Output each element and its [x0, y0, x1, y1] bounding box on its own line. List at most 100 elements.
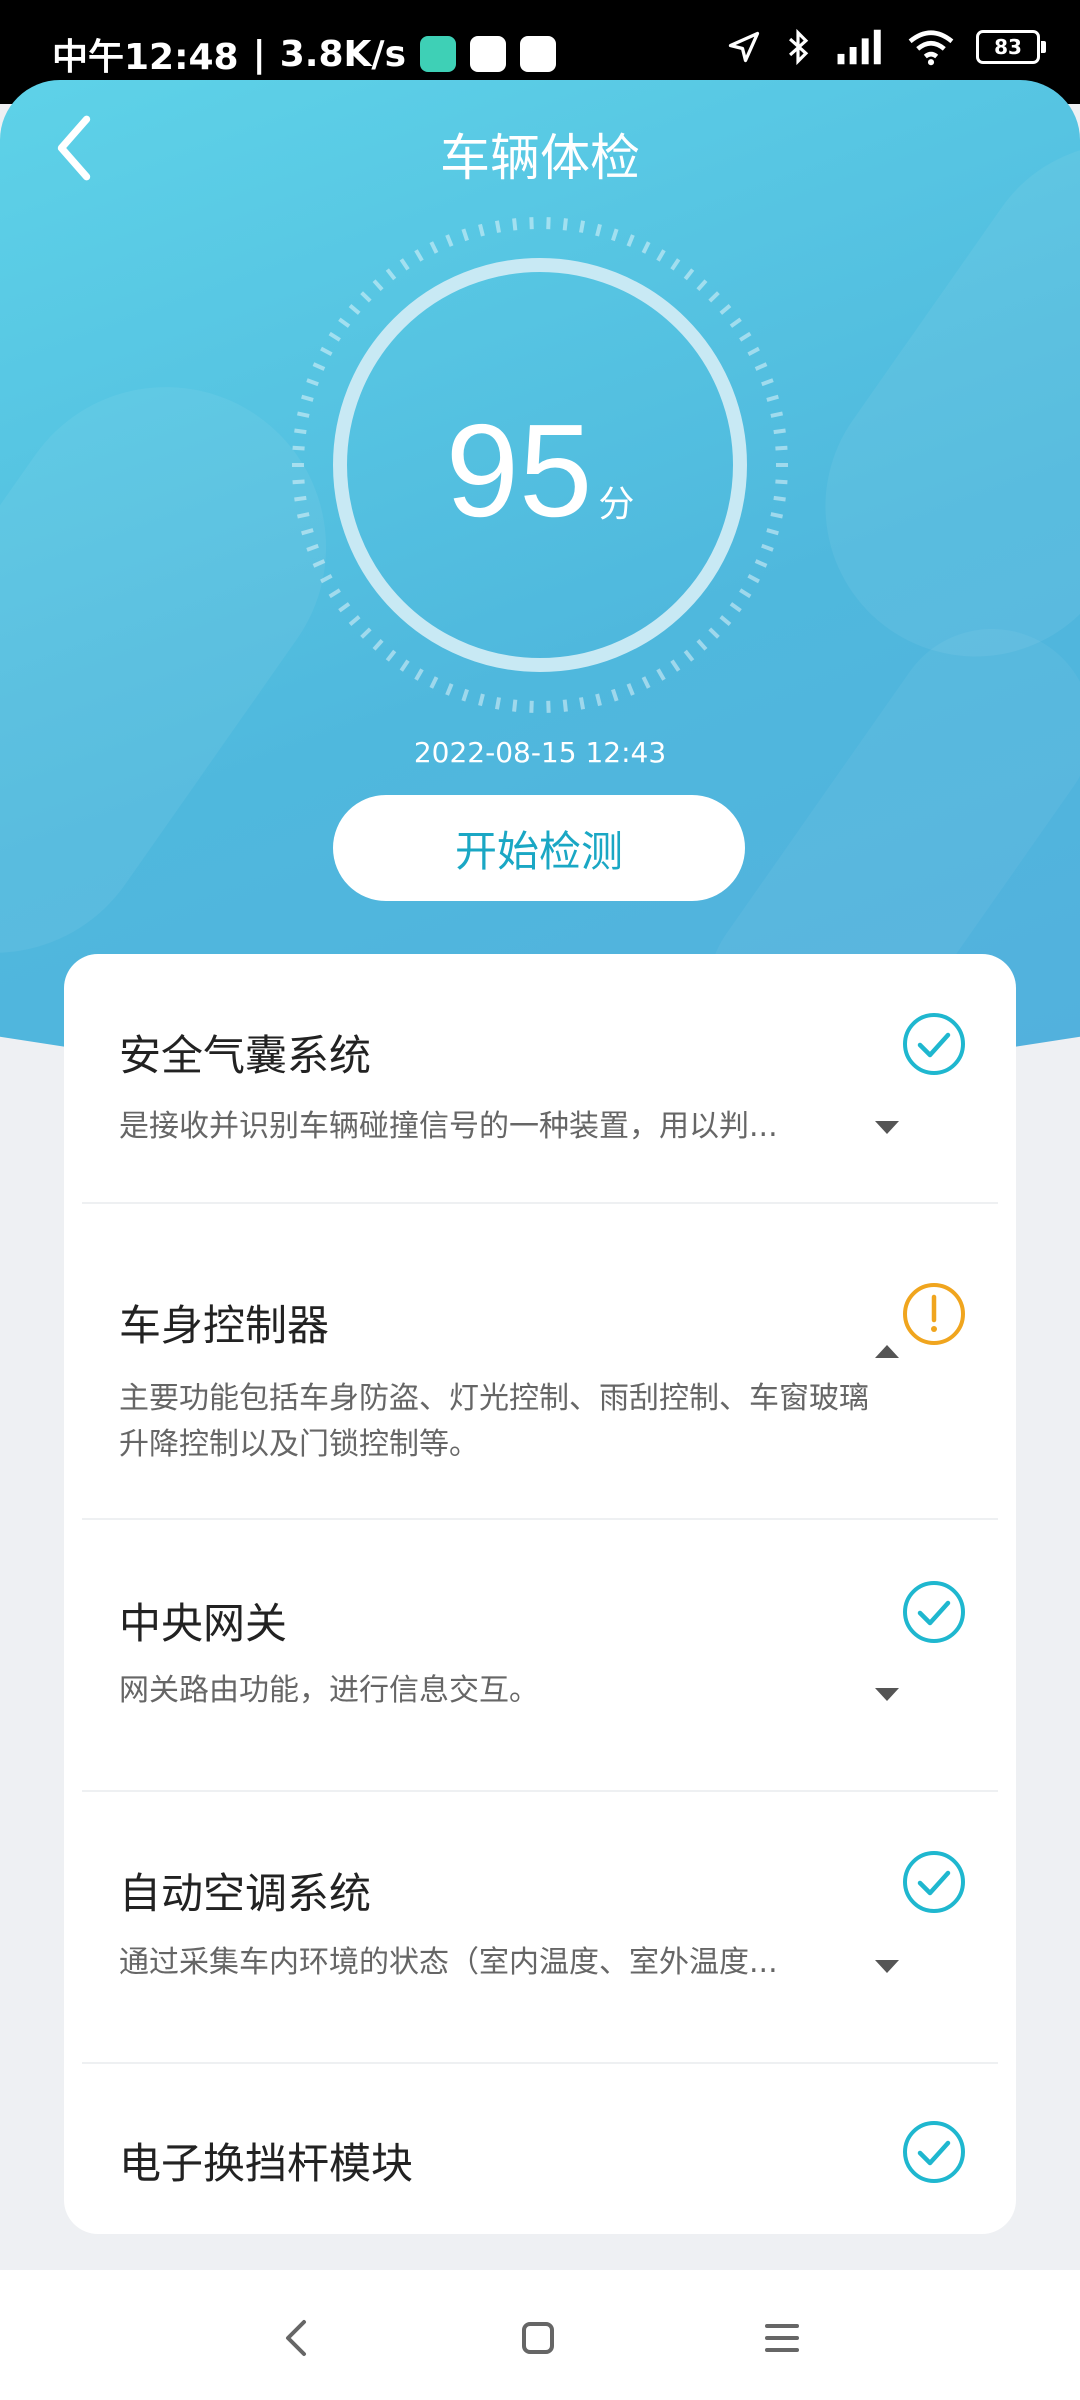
gauge-tick — [445, 683, 454, 696]
status-time: 中午12:48 — [52, 37, 239, 78]
gauge-tick — [445, 234, 454, 247]
gauge-tick — [595, 693, 602, 707]
gauge-tick — [747, 346, 760, 356]
gauge-tick — [562, 218, 568, 231]
gauge-tick — [579, 697, 586, 710]
gauge-tick — [696, 639, 708, 651]
item-title: 中央网关 — [119, 1599, 288, 1648]
network-speed: 3.8K/s — [279, 33, 406, 75]
gauge-tick — [494, 697, 501, 710]
expand-down-icon[interactable] — [874, 1958, 900, 1974]
gauge-tick — [478, 223, 485, 237]
gauge-tick — [494, 220, 501, 233]
item-description: 网关路由功能，进行信息交互。 — [119, 1673, 539, 1708]
gauge-tick — [414, 668, 424, 681]
signal-icon — [837, 29, 881, 65]
check-ok-icon — [903, 1013, 965, 1075]
nav-menu-icon[interactable] — [752, 2308, 812, 2368]
score-display: 95 分 — [0, 395, 1080, 546]
gauge-tick — [739, 331, 752, 342]
gauge-tick — [626, 683, 635, 696]
divider — [82, 1790, 998, 1792]
gauge-tick — [320, 346, 333, 356]
cloud-notification-icon — [520, 36, 556, 72]
expand-down-icon[interactable] — [874, 1686, 900, 1702]
start-check-button[interactable]: 开始检测 — [333, 795, 745, 901]
gauge-tick — [611, 688, 619, 702]
divider — [82, 1202, 998, 1204]
collapse-up-icon[interactable] — [874, 1344, 900, 1360]
page-title: 车辆体检 — [440, 129, 640, 187]
gauge-tick — [306, 378, 319, 387]
gauge-tick — [595, 223, 602, 237]
nav-back-icon[interactable] — [266, 2308, 326, 2368]
gauge-tick — [656, 668, 666, 681]
gauge-tick — [754, 559, 768, 568]
gauge-tick — [708, 291, 720, 303]
gauge-tick — [348, 304, 361, 315]
gauge-tick — [683, 268, 695, 281]
item-title: 电子换挡杆模块 — [119, 2139, 414, 2188]
gauge-tick — [670, 659, 681, 672]
system-nav-bar — [0, 2270, 1080, 2400]
gauge-tick — [338, 317, 351, 328]
check-ok-icon — [903, 2121, 965, 2183]
bluetooth-icon — [789, 28, 809, 66]
divider — [82, 1518, 998, 1520]
wifi-icon — [908, 30, 954, 66]
gauge-tick — [360, 627, 372, 639]
gauge-tick — [754, 362, 768, 371]
gauge-tick — [729, 602, 742, 613]
gauge-tick — [656, 249, 666, 262]
gauge-tick — [512, 699, 518, 712]
check-items-card: 安全气囊系统 是接收并识别车辆碰撞信号的一种装置，用以判... 车身控制器 主要… — [64, 954, 1016, 2234]
warning-icon — [903, 1283, 965, 1345]
gauge-tick — [312, 559, 326, 568]
item-description: 是接收并识别车辆碰撞信号的一种装置，用以判... — [119, 1109, 778, 1144]
gauge-tick — [306, 543, 319, 552]
item-description: 主要功能包括车身防盗、灯光控制、雨刮控制、车窗玻璃升降控制以及门锁控制等。 — [119, 1381, 869, 1462]
gauge-tick — [696, 279, 708, 291]
gauge-tick — [399, 258, 410, 271]
gauge-tick — [414, 249, 424, 262]
gauge-tick — [641, 241, 651, 254]
gauge-tick — [429, 241, 439, 254]
gauge-tick — [328, 588, 341, 599]
expand-down-icon[interactable] — [874, 1119, 900, 1135]
app-notification-icon — [470, 36, 506, 72]
gauge-tick — [670, 258, 681, 271]
gauge-tick — [372, 639, 384, 651]
gauge-tick — [512, 218, 518, 231]
gauge-tick — [478, 693, 485, 707]
gauge-tick — [719, 615, 732, 626]
app-notification-icon — [420, 36, 456, 72]
gauge-tick — [611, 228, 619, 242]
gauge-tick — [328, 331, 341, 342]
gauge-tick — [739, 588, 752, 599]
gauge-tick — [312, 362, 326, 371]
gauge-tick — [729, 317, 742, 328]
gauge-tick — [429, 676, 439, 689]
gauge-tick — [348, 615, 361, 626]
gauge-tick — [626, 234, 635, 247]
gauge-tick — [683, 649, 695, 662]
gauge-tick — [372, 279, 384, 291]
gauge-tick — [461, 688, 469, 702]
nav-home-icon[interactable] — [508, 2308, 568, 2368]
location-icon — [728, 31, 760, 63]
score-value: 95 — [445, 397, 593, 544]
check-ok-icon — [903, 1581, 965, 1643]
item-description: 通过采集车内环境的状态（室内温度、室外温度... — [119, 1945, 778, 1980]
gauge-tick — [399, 659, 410, 672]
gauge-tick — [320, 574, 333, 584]
gauge-tick — [385, 268, 397, 281]
gauge-tick — [360, 291, 372, 303]
gauge-tick — [761, 543, 774, 552]
item-title: 安全气囊系统 — [119, 1031, 372, 1080]
gauge-tick — [641, 676, 651, 689]
score-unit: 分 — [598, 484, 635, 525]
gauge-tick — [761, 378, 774, 387]
gauge-tick — [579, 220, 586, 233]
check-ok-icon — [903, 1851, 965, 1913]
gauge-tick — [719, 304, 732, 315]
